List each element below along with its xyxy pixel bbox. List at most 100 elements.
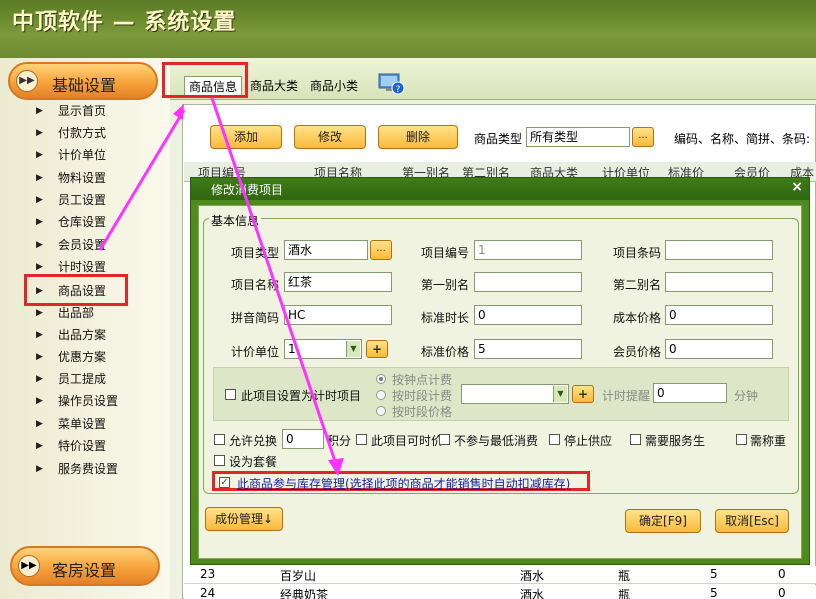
nav-item-label: 出品方案 bbox=[58, 328, 107, 342]
radio-period-price-label: 按时段价格 bbox=[392, 405, 453, 419]
help-monitor-icon[interactable]: ? bbox=[378, 72, 406, 96]
no-min-consume-checkbox[interactable] bbox=[439, 434, 450, 445]
need-weigh-checkbox[interactable] bbox=[736, 434, 747, 445]
table-row[interactable]: 24 经典奶茶 酒水 瓶 5 0 bbox=[184, 585, 816, 599]
item-type-input[interactable]: 酒水 bbox=[284, 240, 368, 260]
add-unit-button[interactable]: + bbox=[366, 340, 388, 358]
member-price-input[interactable]: 0 bbox=[665, 339, 773, 359]
cell-price: 5 bbox=[710, 567, 718, 581]
window-title: 中顶软件 — 系统设置 bbox=[12, 10, 237, 35]
type-filter-input[interactable]: 所有类型 bbox=[526, 127, 630, 147]
type-filter-browse-button[interactable]: ... bbox=[632, 127, 654, 147]
stop-supply-checkbox[interactable] bbox=[549, 434, 560, 445]
radio-by-period[interactable] bbox=[376, 390, 386, 400]
stock-management-checkbox[interactable]: ✓ bbox=[219, 477, 230, 488]
allow-exchange-label: 允许兑换 bbox=[229, 434, 278, 448]
delete-button[interactable]: 删除 bbox=[378, 125, 458, 149]
unit-select-value: 1 bbox=[288, 342, 296, 356]
chevron-right-icon: ▶ bbox=[36, 173, 43, 183]
nav-item-label: 付款方式 bbox=[58, 126, 107, 140]
nav-item-label: 特价设置 bbox=[58, 439, 107, 453]
tab-product-subcategory[interactable]: 商品小类 bbox=[310, 76, 358, 96]
set-meal-checkbox[interactable] bbox=[214, 455, 225, 466]
cell-no: 23 bbox=[200, 567, 216, 581]
nav-item-label: 物料设置 bbox=[58, 171, 107, 185]
nav-item-label: 计价单位 bbox=[58, 148, 107, 162]
std-price-input[interactable]: 5 bbox=[474, 339, 582, 359]
nav-item-label: 会员设置 bbox=[58, 238, 107, 252]
alias2-input[interactable] bbox=[665, 272, 773, 292]
unit-select[interactable]: 1 ▼ bbox=[284, 339, 362, 359]
group-label: 基本信息 bbox=[209, 212, 262, 229]
cancel-button[interactable]: 取消[Esc] bbox=[715, 509, 789, 533]
nav-item-label: 员工提成 bbox=[58, 372, 107, 386]
item-code-input[interactable]: 1 bbox=[474, 240, 582, 260]
timing-remind-input[interactable]: 0 bbox=[653, 383, 727, 403]
nav-item-label: 员工设置 bbox=[58, 193, 107, 207]
cell-name: 经典奶茶 bbox=[280, 588, 329, 599]
radio-by-period-label: 按时段计费 bbox=[392, 389, 453, 403]
need-service-label: 需要服务生 bbox=[645, 434, 706, 448]
chevron-right-icon: ▶ bbox=[36, 374, 43, 384]
timing-remind-label: 计时提醒 bbox=[602, 389, 651, 403]
add-timing-scheme-button[interactable]: + bbox=[572, 385, 594, 403]
edit-button[interactable]: 修改 bbox=[294, 125, 366, 149]
nav-item-label: 仓库设置 bbox=[58, 215, 107, 229]
component-management-button[interactable]: 成份管理↓ bbox=[205, 507, 283, 531]
nav-item-label: 菜单设置 bbox=[58, 417, 107, 431]
no-min-consume-label: 不参与最低消费 bbox=[454, 434, 539, 448]
set-meal-label: 设为套餐 bbox=[229, 455, 278, 469]
alias1-input[interactable] bbox=[474, 272, 582, 292]
chevron-right-icon: ▶ bbox=[36, 441, 43, 451]
chevron-right-icon: ▶ bbox=[36, 464, 43, 474]
cell-member: 0 bbox=[778, 567, 786, 581]
chevron-right-icon: ▶ bbox=[36, 330, 43, 340]
item-type-browse-button[interactable]: ... bbox=[370, 240, 392, 260]
price-anytime-checkbox[interactable] bbox=[356, 434, 367, 445]
std-duration-label: 标准时长 bbox=[421, 311, 470, 325]
dialog-title: 修改消费项目 bbox=[211, 183, 284, 197]
annotation-box-nav bbox=[24, 274, 128, 306]
expand-icon: ▶▶ bbox=[18, 555, 40, 577]
unit-label: 计价单位 bbox=[231, 345, 280, 359]
timing-checkbox[interactable] bbox=[225, 389, 236, 400]
tab-product-category[interactable]: 商品大类 bbox=[250, 76, 298, 96]
nav-section-room-settings[interactable]: ▶▶ 客房设置 bbox=[10, 546, 160, 586]
add-button[interactable]: 添加 bbox=[210, 125, 282, 149]
nav-item-label: 出品部 bbox=[58, 306, 95, 320]
radio-period-price[interactable] bbox=[376, 406, 386, 416]
nav-item-label: 优惠方案 bbox=[58, 350, 107, 364]
need-weigh-label: 需称重 bbox=[750, 434, 787, 448]
radio-by-hour[interactable] bbox=[376, 374, 386, 384]
item-code-label: 项目编号 bbox=[421, 246, 470, 260]
exchange-points-input[interactable]: 0 bbox=[282, 429, 324, 449]
item-name-input[interactable]: 红茶 bbox=[284, 272, 392, 292]
title-bar: 中顶软件 — 系统设置 bbox=[0, 0, 816, 58]
search-label: 编码、名称、简拼、条码: bbox=[674, 132, 811, 146]
alias2-label: 第二别名 bbox=[613, 278, 662, 292]
pinyin-input[interactable]: HC bbox=[284, 305, 392, 325]
chevron-right-icon: ▶ bbox=[36, 217, 43, 227]
table-row[interactable]: 23 百岁山 酒水 瓶 5 0 bbox=[184, 566, 816, 584]
cell-price: 5 bbox=[710, 586, 718, 599]
type-filter-label: 商品类型 bbox=[474, 132, 523, 146]
item-type-label: 项目类型 bbox=[231, 246, 280, 260]
stock-management-label[interactable]: 此商品参与库存管理(选择此项的商品才能销售时自动扣减库存) bbox=[237, 475, 570, 492]
nav-item-label: 显示首页 bbox=[58, 104, 107, 118]
allow-exchange-checkbox[interactable] bbox=[214, 434, 225, 445]
nav-section-basic-settings[interactable]: ▶▶ 基础设置 bbox=[8, 62, 158, 100]
exchange-points-unit: 积分 bbox=[327, 434, 352, 448]
std-duration-input[interactable]: 0 bbox=[474, 305, 582, 325]
cost-price-input[interactable]: 0 bbox=[665, 305, 773, 325]
ok-button[interactable]: 确定[F9] bbox=[625, 509, 701, 533]
cell-name: 百岁山 bbox=[280, 569, 317, 583]
dialog-body: 基本信息 项目类型 酒水 ... 项目编号 1 项目条码 项目名称 红茶 第一别… bbox=[198, 205, 802, 559]
need-service-checkbox[interactable] bbox=[630, 434, 641, 445]
cost-price-label: 成本价格 bbox=[613, 311, 662, 325]
dialog-title-bar[interactable]: 修改消费项目 × bbox=[191, 178, 809, 200]
cell-member: 0 bbox=[778, 586, 786, 599]
close-icon[interactable]: × bbox=[791, 179, 803, 195]
chevron-right-icon: ▶ bbox=[36, 308, 43, 318]
timing-scheme-select[interactable]: ▼ bbox=[461, 384, 569, 404]
item-barcode-input[interactable] bbox=[665, 240, 773, 260]
